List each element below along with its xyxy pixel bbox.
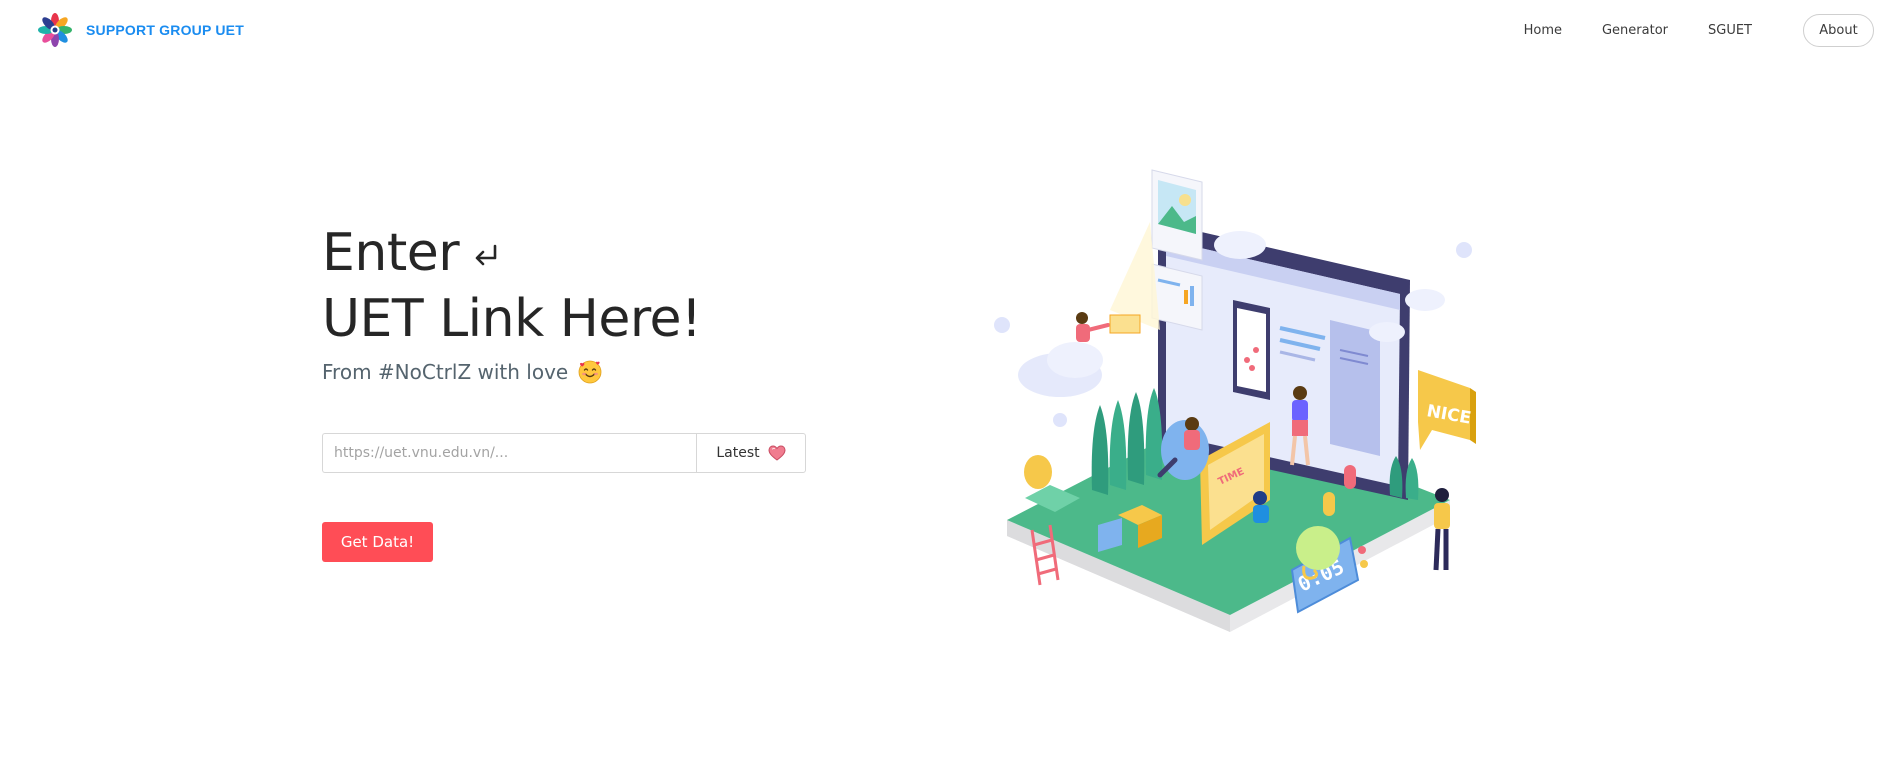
hero-title-enter: Enter	[322, 223, 460, 283]
nice-speech-sign: NICE	[1418, 370, 1476, 450]
smiling-face-with-hearts-emoji	[578, 360, 602, 384]
pink-heart-icon	[768, 445, 786, 461]
latest-button-label: Latest	[716, 445, 760, 461]
yellow-egg	[1024, 455, 1052, 489]
hero-subtitle-text: From #NoCtrlZ with love	[322, 360, 569, 384]
person-at-laptop	[1253, 491, 1269, 523]
link-input-group: Latest	[322, 433, 806, 473]
nav-home-link[interactable]: Home	[1524, 23, 1562, 38]
brand-name: SUPPORT GROUP UET	[86, 22, 244, 38]
get-data-button[interactable]: Get Data!	[322, 522, 433, 562]
latest-button[interactable]: Latest	[696, 433, 806, 473]
floating-image-card	[1151, 169, 1203, 331]
hero-title-line-2: UET Link Here!	[322, 289, 702, 349]
hero-title: Enter UET Link Here!	[322, 220, 702, 352]
uet-link-input[interactable]	[322, 433, 696, 473]
hero-title-line-1: Enter	[322, 220, 701, 286]
nav-generator-link[interactable]: Generator	[1602, 23, 1668, 38]
isometric-workspace-illustration: TIME 0:05 NICE	[994, 169, 1476, 632]
traffic-light-yellow	[1323, 492, 1335, 516]
brand-link[interactable]: SUPPORT GROUP UET	[38, 13, 244, 47]
return-arrow-icon	[475, 244, 497, 266]
top-navbar: SUPPORT GROUP UET Home Generator SGUET A…	[0, 0, 1900, 60]
main-nav: Home Generator SGUET About	[1484, 14, 1874, 47]
nav-about-button[interactable]: About	[1803, 14, 1874, 47]
round-bush	[1296, 526, 1340, 570]
person-on-cloud	[1076, 312, 1141, 342]
traffic-light-red	[1344, 465, 1356, 489]
flower-logo-icon	[38, 13, 72, 47]
hero-subtitle: From #NoCtrlZ with love	[322, 360, 602, 384]
nav-sguet-link[interactable]: SGUET	[1708, 23, 1752, 38]
